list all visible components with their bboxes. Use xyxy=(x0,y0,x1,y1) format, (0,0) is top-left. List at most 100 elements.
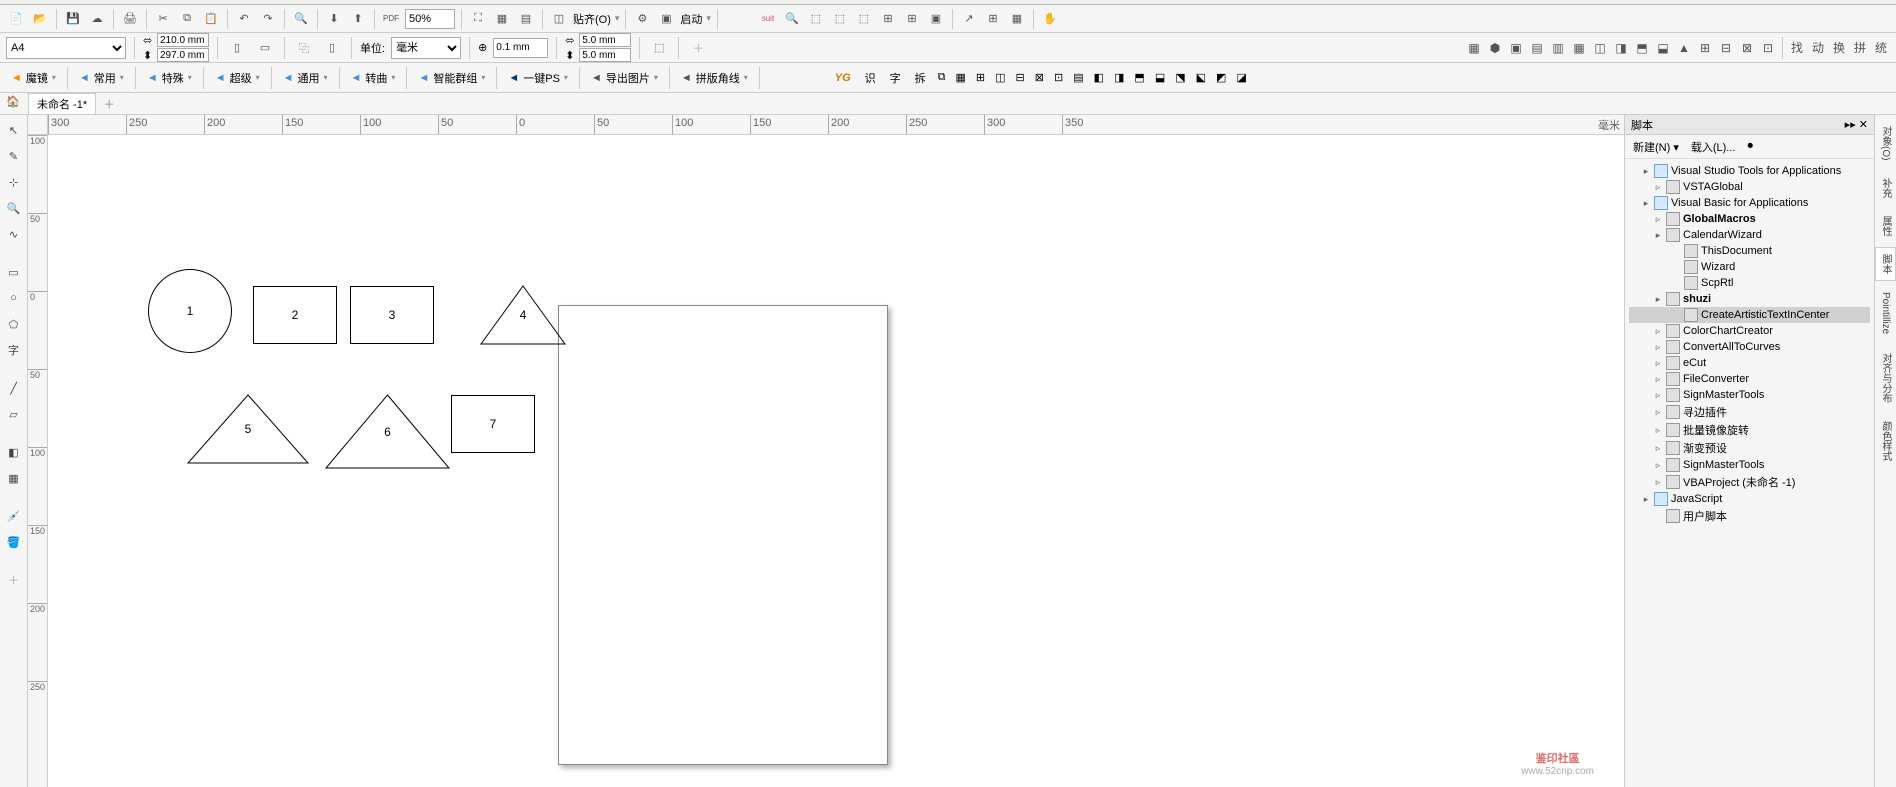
fill-tool-icon[interactable]: 🪣 xyxy=(3,531,25,553)
tree-item[interactable]: ▸CalendarWizard xyxy=(1629,227,1870,243)
tree-item[interactable]: Wizard xyxy=(1629,259,1870,275)
crop-icon[interactable]: ⬚ xyxy=(648,37,670,59)
shape-triangle-5[interactable]: 5 xyxy=(188,395,308,463)
ext-icon-10[interactable]: ⊞ xyxy=(983,9,1003,29)
ricon[interactable]: ▲ xyxy=(1675,39,1693,57)
yg-item[interactable]: 拆 xyxy=(910,67,931,89)
ext-icon-9[interactable]: ↗ xyxy=(959,9,979,29)
search-icon[interactable]: 🔍 xyxy=(291,9,311,29)
undo-icon[interactable]: ↶ xyxy=(234,9,254,29)
scripts-tree[interactable]: ▸Visual Studio Tools for Applications▹VS… xyxy=(1625,159,1874,787)
page-height-input[interactable] xyxy=(157,48,209,62)
plugin-转曲[interactable]: ◄转曲▾ xyxy=(346,67,401,89)
ricon[interactable]: ⬒ xyxy=(1633,39,1651,57)
dropper-tool-icon[interactable]: ▱ xyxy=(3,403,25,425)
yg-label[interactable]: YG xyxy=(830,67,856,89)
shadow-tool-icon[interactable]: ◧ xyxy=(3,441,25,463)
vertical-ruler[interactable]: 10050050100150200250 xyxy=(28,135,48,787)
fullscreen-icon[interactable]: ⛶ xyxy=(468,9,488,29)
ext-icon-3[interactable]: ⬚ xyxy=(806,9,826,29)
tree-item[interactable]: ▹GlobalMacros xyxy=(1629,211,1870,227)
yg-icon[interactable]: ◫ xyxy=(992,67,1008,89)
ext-icon-12[interactable]: ✋ xyxy=(1040,9,1060,29)
freehand-tool-icon[interactable]: ∿ xyxy=(3,223,25,245)
text-tool-icon[interactable]: 字 xyxy=(3,339,25,361)
launch-icon[interactable]: ▣ xyxy=(656,9,676,29)
ricon[interactable]: ▦ xyxy=(1570,39,1588,57)
yg-icon[interactable]: ⊞ xyxy=(973,67,988,89)
line-tool-icon[interactable]: ╱ xyxy=(3,377,25,399)
ricon[interactable]: ⊟ xyxy=(1717,39,1735,57)
ext-icon-11[interactable]: ▦ xyxy=(1007,9,1027,29)
tree-item[interactable]: ▹eCut xyxy=(1629,355,1870,371)
ruler-origin[interactable] xyxy=(28,115,48,135)
ext-icon-7[interactable]: ⊞ xyxy=(902,9,922,29)
yg-icon[interactable]: ⊡ xyxy=(1051,67,1066,89)
yg-icon[interactable]: ◨ xyxy=(1111,67,1127,89)
side-tab[interactable]: 补充 xyxy=(1875,171,1896,205)
tree-item[interactable]: ▸JavaScript xyxy=(1629,491,1870,507)
rt[interactable]: 找 xyxy=(1788,39,1806,57)
canvas[interactable]: 1234567 xyxy=(48,135,1624,787)
side-tab[interactable]: 属性 xyxy=(1875,209,1896,243)
shape-tool-icon[interactable]: ✎ xyxy=(3,145,25,167)
tree-item[interactable]: ScpRtl xyxy=(1629,275,1870,291)
rectangle-tool-icon[interactable]: ▭ xyxy=(3,261,25,283)
grid-icon[interactable]: ▤ xyxy=(516,9,536,29)
side-tab[interactable]: 对象(O) xyxy=(1875,119,1896,167)
yg-icon[interactable]: ▦ xyxy=(953,67,969,89)
ricon[interactable]: ▥ xyxy=(1549,39,1567,57)
cloud-icon[interactable]: ☁ xyxy=(87,9,107,29)
tree-item[interactable]: ▸Visual Basic for Applications xyxy=(1629,195,1870,211)
ext-icon-4[interactable]: ⬚ xyxy=(830,9,850,29)
add-icon[interactable]: ＋ xyxy=(687,37,709,59)
record-icon[interactable]: ⏺ xyxy=(1747,140,1753,153)
page-width-input[interactable] xyxy=(157,33,209,47)
landscape-icon[interactable]: ▭ xyxy=(254,37,276,59)
tree-item[interactable]: CreateArtisticTextInCenter xyxy=(1629,307,1870,323)
ext-icon-2[interactable]: 🔍 xyxy=(782,9,802,29)
yg-icon[interactable]: ⬔ xyxy=(1172,67,1188,89)
yg-icon[interactable]: ⬒ xyxy=(1131,67,1147,89)
transparency-tool-icon[interactable]: ▦ xyxy=(3,467,25,489)
ricon[interactable]: ⬓ xyxy=(1654,39,1672,57)
tree-item[interactable]: ▹VSTAGlobal xyxy=(1629,179,1870,195)
ricon[interactable]: ⬢ xyxy=(1486,39,1504,57)
document-tab[interactable]: 未命名 -1* xyxy=(28,93,96,114)
snap-label[interactable]: 贴齐(O) xyxy=(573,11,611,27)
ricon[interactable]: ◫ xyxy=(1591,39,1609,57)
dupx-input[interactable] xyxy=(579,33,631,47)
plugin-导出图片[interactable]: ◄导出图片▾ xyxy=(586,67,663,89)
yg-icon[interactable]: ◪ xyxy=(1233,67,1249,89)
ricon[interactable]: ▤ xyxy=(1528,39,1546,57)
plugin-特殊[interactable]: ◄特殊▾ xyxy=(142,67,197,89)
plugin-智能群组[interactable]: ◄智能群组▾ xyxy=(413,67,490,89)
save-icon[interactable]: 💾 xyxy=(63,9,83,29)
tree-item[interactable]: ▹SignMasterTools xyxy=(1629,387,1870,403)
yg-icon[interactable]: ▤ xyxy=(1070,67,1086,89)
tree-item[interactable]: ▹SignMasterTools xyxy=(1629,457,1870,473)
ext-icon-5[interactable]: ⬚ xyxy=(854,9,874,29)
rt[interactable]: 统 xyxy=(1872,39,1890,57)
tree-item[interactable]: ▹FileConverter xyxy=(1629,371,1870,387)
ricon[interactable]: ◨ xyxy=(1612,39,1630,57)
tree-item[interactable]: ThisDocument xyxy=(1629,243,1870,259)
tree-item[interactable]: 用户脚本 xyxy=(1629,507,1870,525)
yg-icon[interactable]: ⬓ xyxy=(1152,67,1168,89)
export-icon[interactable]: ⬆ xyxy=(348,9,368,29)
redo-icon[interactable]: ↷ xyxy=(258,9,278,29)
ellipse-tool-icon[interactable]: ○ xyxy=(3,287,25,309)
dupy-input[interactable] xyxy=(579,48,631,62)
ext-icon-6[interactable]: ⊞ xyxy=(878,9,898,29)
yg-icon[interactable]: ◩ xyxy=(1213,67,1229,89)
zoom-tool-icon[interactable]: 🔍 xyxy=(3,197,25,219)
rulers-icon[interactable]: ▦ xyxy=(492,9,512,29)
units-select[interactable]: 毫米 xyxy=(391,37,461,59)
horizontal-ruler[interactable]: 30025020015010050050100150200250300350毫米 xyxy=(48,115,1624,135)
plugin-拼版角线[interactable]: ◄拼版角线▾ xyxy=(676,67,753,89)
zoom-input[interactable] xyxy=(405,9,455,29)
tree-item[interactable]: ▹ColorChartCreator xyxy=(1629,323,1870,339)
yg-icon[interactable]: ⧉ xyxy=(935,67,949,89)
rt[interactable]: 拼 xyxy=(1851,39,1869,57)
plugin-一键PS[interactable]: ◄一键PS▾ xyxy=(503,67,573,89)
